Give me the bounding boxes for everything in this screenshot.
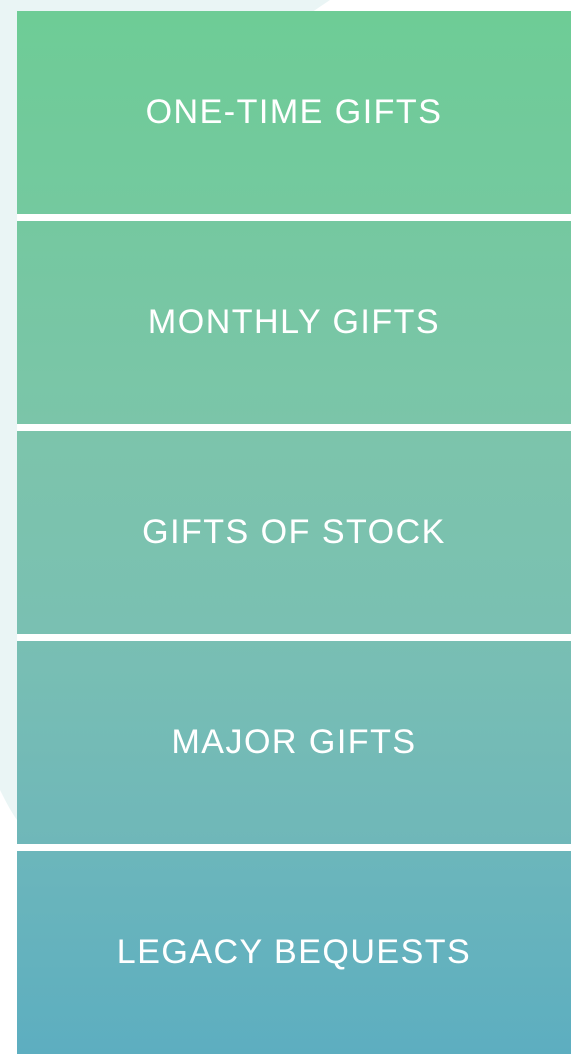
major-gifts-button[interactable]: MAJOR GIFTS: [17, 641, 571, 844]
gifts-of-stock-label: GIFTS OF STOCK: [142, 513, 446, 551]
major-gifts-label: MAJOR GIFTS: [171, 723, 417, 761]
monthly-gifts-label: MONTHLY GIFTS: [147, 303, 441, 341]
gift-options-list: ONE-TIME GIFTS MONTHLY GIFTS GIFTS OF ST…: [17, 11, 571, 1054]
gifts-of-stock-button[interactable]: GIFTS OF STOCK: [17, 431, 571, 634]
legacy-bequests-button[interactable]: LEGACY BEQUESTS: [17, 851, 571, 1054]
legacy-bequests-label: LEGACY BEQUESTS: [116, 933, 472, 971]
one-time-gifts-label: ONE-TIME GIFTS: [145, 93, 443, 131]
monthly-gifts-button[interactable]: MONTHLY GIFTS: [17, 221, 571, 424]
one-time-gifts-button[interactable]: ONE-TIME GIFTS: [17, 11, 571, 214]
